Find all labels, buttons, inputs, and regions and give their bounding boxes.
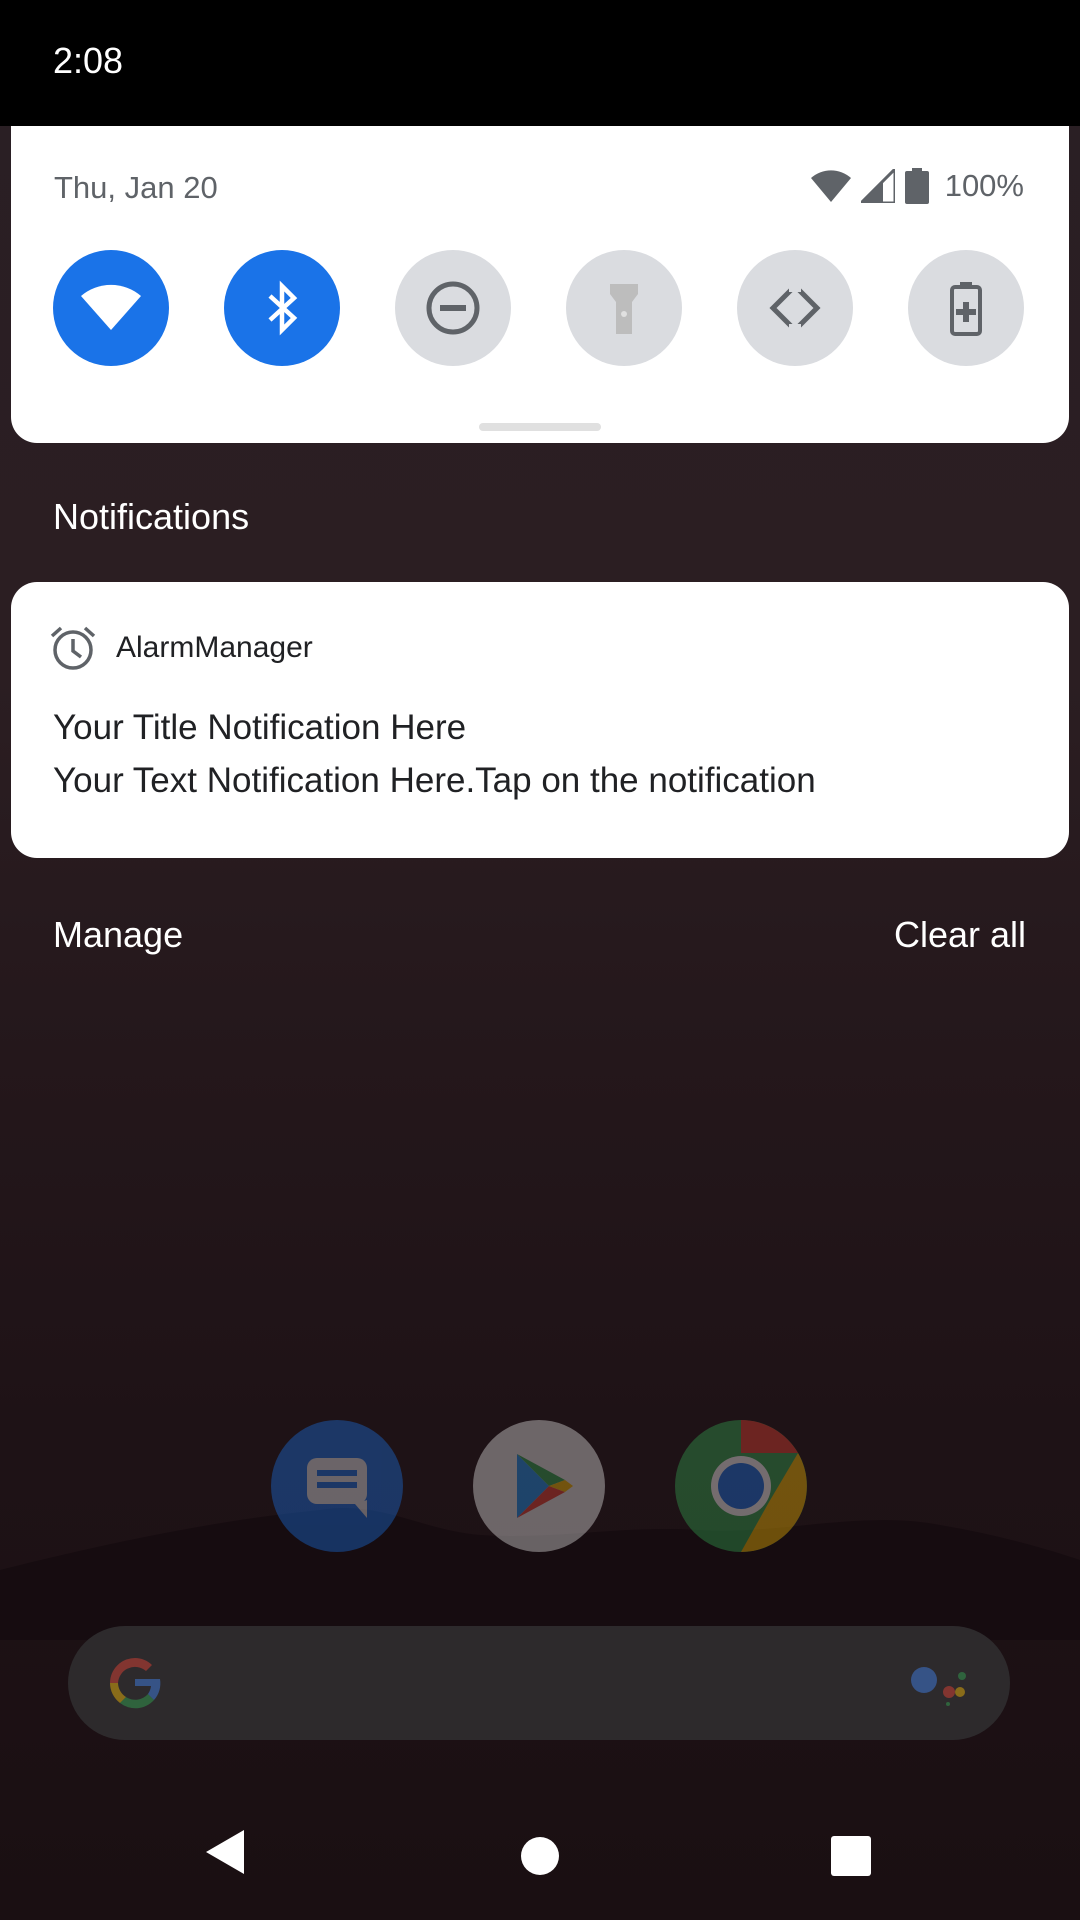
flashlight-tile[interactable] — [566, 250, 682, 366]
battery-saver-tile[interactable] — [908, 250, 1024, 366]
qs-status-icons: 100% — [810, 168, 1024, 204]
quick-settings-panel: Thu, Jan 20 100% — [11, 126, 1069, 443]
battery-percent: 100% — [944, 168, 1024, 203]
clear-all-button[interactable]: Clear all — [894, 914, 1026, 956]
notification-card[interactable]: AlarmManager Your Title Notification Her… — [11, 582, 1069, 858]
cell-signal-icon — [860, 169, 895, 203]
notification-title: Your Title Notification Here — [53, 708, 467, 747]
alarm-clock-icon — [50, 626, 96, 670]
battery-icon — [904, 168, 929, 204]
assistant-icon[interactable] — [910, 1662, 972, 1706]
play-store-icon[interactable] — [473, 1420, 605, 1552]
notification-text: Your Text Notification Here.Tap on the n… — [53, 761, 816, 800]
navigation-bar — [0, 1800, 1080, 1920]
auto-rotate-icon — [769, 280, 821, 336]
notification-app-name: AlarmManager — [116, 631, 313, 664]
do-not-disturb-tile[interactable] — [395, 250, 511, 366]
home-icon[interactable] — [520, 1836, 560, 1876]
recents-icon[interactable] — [831, 1836, 871, 1876]
auto-rotate-tile[interactable] — [737, 250, 853, 366]
qs-expand-handle[interactable] — [479, 423, 601, 431]
wifi-signal-icon — [810, 170, 851, 202]
google-g-icon — [110, 1658, 161, 1709]
wifi-icon — [81, 284, 141, 330]
qs-date: Thu, Jan 20 — [54, 170, 218, 205]
battery-saver-icon — [950, 282, 982, 336]
wifi-tile[interactable] — [53, 250, 169, 366]
google-search-bar[interactable] — [68, 1626, 1010, 1740]
status-time: 2:08 — [53, 40, 124, 81]
chrome-icon[interactable] — [675, 1420, 807, 1552]
back-icon[interactable] — [204, 1828, 246, 1876]
flashlight-icon — [610, 284, 638, 334]
bluetooth-icon — [268, 280, 298, 336]
status-bar: 2:08 — [0, 0, 1080, 126]
notifications-header: Notifications — [53, 496, 250, 537]
bluetooth-tile[interactable] — [224, 250, 340, 366]
manage-button[interactable]: Manage — [53, 914, 183, 956]
do-not-disturb-icon — [426, 281, 480, 335]
messages-icon[interactable] — [271, 1420, 403, 1552]
